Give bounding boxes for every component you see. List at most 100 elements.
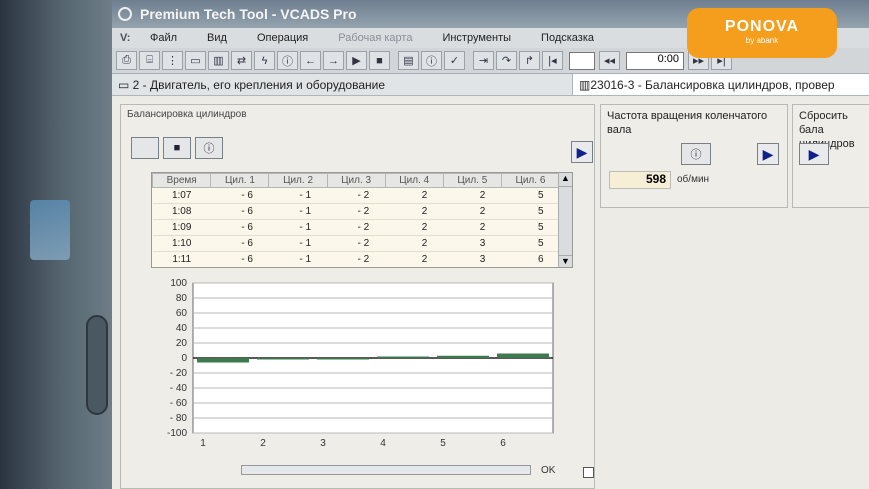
menu-file[interactable]: Файл <box>150 32 177 44</box>
cell-cyl3: - 2 <box>327 187 386 204</box>
col-header-cyl6: Цил. 6 <box>500 173 561 188</box>
document-icon[interactable]: ▤ <box>398 51 419 70</box>
rewind-icon[interactable]: ◂◂ <box>599 51 620 70</box>
y-tick-label: - 60 <box>170 398 188 409</box>
cell-cyl2: - 1 <box>268 251 328 267</box>
x-tick-label: 6 <box>500 438 506 449</box>
checkmark-icon[interactable]: ✓ <box>444 51 465 70</box>
rpm-info-button[interactable]: ⓘ <box>681 143 711 165</box>
rewind-start-icon[interactable]: |◂ <box>542 51 563 70</box>
y-tick-label: - 80 <box>170 413 188 424</box>
scroll-up-icon[interactable]: ▲ <box>559 173 572 187</box>
cell-cyl1: - 6 <box>210 203 269 220</box>
reset-play-button[interactable]: ▶ <box>799 143 829 165</box>
rpm-panel: Частота вращения коленчатого вала ⓘ ▶ 59… <box>600 104 788 208</box>
stop-button[interactable]: ■ <box>163 137 191 159</box>
balance-panel: Балансировка цилиндров ■ ⓘ ▶ Время Цил. … <box>120 104 595 489</box>
cell-time: 1:07 <box>152 187 211 204</box>
cell-cyl1: - 6 <box>210 219 269 236</box>
step-icon[interactable]: ⇥ <box>473 51 494 70</box>
menu-tools[interactable]: Инструменты <box>442 32 511 44</box>
group-label: 2 - Двигатель, его крепления и оборудова… <box>132 77 386 92</box>
cell-cyl3: - 2 <box>327 219 386 236</box>
watermark-logo: PONOVA by abank <box>687 8 837 58</box>
table-scrollbar[interactable]: ▲ ▼ <box>558 173 572 267</box>
cell-time: 1:10 <box>152 235 211 252</box>
bar-cyl-1 <box>197 358 249 363</box>
window-title: Premium Tech Tool - VCADS Pro <box>140 6 357 22</box>
structure-icon[interactable]: ⋮ <box>162 51 183 70</box>
cell-cyl1: - 6 <box>210 187 269 204</box>
scroll-down-icon[interactable]: ▼ <box>559 255 572 267</box>
lightning-icon[interactable]: ϟ <box>254 51 275 70</box>
col-header-cyl4: Цил. 4 <box>384 173 444 188</box>
arrow-right-icon[interactable]: → <box>323 51 344 70</box>
y-tick-label: 60 <box>176 308 188 319</box>
stop-icon[interactable]: ■ <box>369 51 390 70</box>
y-tick-label: 100 <box>170 278 187 289</box>
print-icon[interactable]: ⎙ <box>116 51 137 70</box>
step-over-icon[interactable]: ↷ <box>496 51 517 70</box>
cell-cyl6: 5 <box>501 187 560 204</box>
table-header-row: Время Цил. 1 Цил. 2 Цил. 3 Цил. 4 Цил. 5… <box>152 173 561 188</box>
operation-icon: ▥ <box>579 77 591 92</box>
y-tick-label: 0 <box>181 353 187 364</box>
blank-field[interactable] <box>569 51 595 70</box>
x-tick-label: 1 <box>200 438 206 449</box>
table-row: 1:10 - 6 - 1 - 2 2 3 5 <box>152 235 560 252</box>
x-tick-label: 3 <box>320 438 326 449</box>
cell-cyl4: 2 <box>385 235 444 252</box>
app-icon <box>118 7 132 21</box>
cell-cyl6: 5 <box>501 203 560 220</box>
play-icon[interactable]: ▶ <box>346 51 367 70</box>
operation-label: 23016-3 - Балансировка цилиндров, провер <box>590 77 835 92</box>
cell-cyl5: 2 <box>443 203 502 220</box>
chart-icon[interactable]: ▥ <box>208 51 229 70</box>
start-button[interactable] <box>131 137 159 159</box>
cell-time: 1:11 <box>152 251 211 267</box>
menu-operation[interactable]: Операция <box>257 32 308 44</box>
window-icon[interactable]: ▭ <box>185 51 206 70</box>
bar-cyl-6 <box>497 353 549 358</box>
time-field[interactable]: 0:00 <box>626 51 684 70</box>
ok-checkbox[interactable] <box>583 467 594 478</box>
breadcrumb-operation: ▥ 23016-3 - Балансировка цилиндров, пров… <box>572 74 869 95</box>
step-out-icon[interactable]: ↱ <box>519 51 540 70</box>
rpm-next-button[interactable]: ▶ <box>757 143 779 165</box>
cell-cyl6: 6 <box>501 251 560 267</box>
x-tick-label: 2 <box>260 438 266 449</box>
menu-view[interactable]: Вид <box>207 32 227 44</box>
bar-cyl-4 <box>377 356 429 358</box>
cell-cyl5: 3 <box>443 251 502 267</box>
cell-time: 1:08 <box>152 203 211 220</box>
col-header-cyl5: Цил. 5 <box>442 173 502 188</box>
folder-icon: ▭ <box>118 77 133 92</box>
menu-work-card[interactable]: Рабочая карта <box>338 32 412 44</box>
progress-bar <box>241 465 531 475</box>
table-row: 1:08 - 6 - 1 - 2 2 2 5 <box>152 203 560 220</box>
info-bubble-icon[interactable]: ⓘ <box>421 51 442 70</box>
watermark-sub: by abank <box>745 36 779 45</box>
cell-cyl4: 2 <box>385 251 444 267</box>
cell-cyl6: 5 <box>501 219 560 236</box>
y-tick-label: 80 <box>176 293 188 304</box>
menu-help[interactable]: Подсказка <box>541 32 594 44</box>
col-header-cyl1: Цил. 1 <box>210 173 270 188</box>
cell-cyl6: 5 <box>501 235 560 252</box>
cell-cyl2: - 1 <box>268 219 328 236</box>
next-button[interactable]: ▶ <box>571 141 593 163</box>
cell-cyl1: - 6 <box>210 251 269 267</box>
rpm-label: Частота вращения коленчатого вала <box>607 110 768 136</box>
arrow-left-icon[interactable]: ← <box>300 51 321 70</box>
tree-icon[interactable]: ⌸ <box>139 51 160 70</box>
info-icon[interactable]: ⓘ <box>277 51 298 70</box>
info-button[interactable]: ⓘ <box>195 137 223 159</box>
table-row: 1:11 - 6 - 1 - 2 2 3 6 <box>152 251 560 267</box>
cell-cyl5: 2 <box>443 219 502 236</box>
swap-icon[interactable]: ⇄ <box>231 51 252 70</box>
col-header-cyl3: Цил. 3 <box>326 173 386 188</box>
balance-chart: 100 80 60 40 20 0 - 20 - 40 - 60 - 80 -100 1 2 3 4 5 6 <box>167 278 554 449</box>
balance-table: Время Цил. 1 Цил. 2 Цил. 3 Цил. 4 Цил. 5… <box>151 172 573 268</box>
main-content: Балансировка цилиндров ■ ⓘ ▶ Время Цил. … <box>112 100 869 489</box>
cell-cyl3: - 2 <box>327 235 386 252</box>
